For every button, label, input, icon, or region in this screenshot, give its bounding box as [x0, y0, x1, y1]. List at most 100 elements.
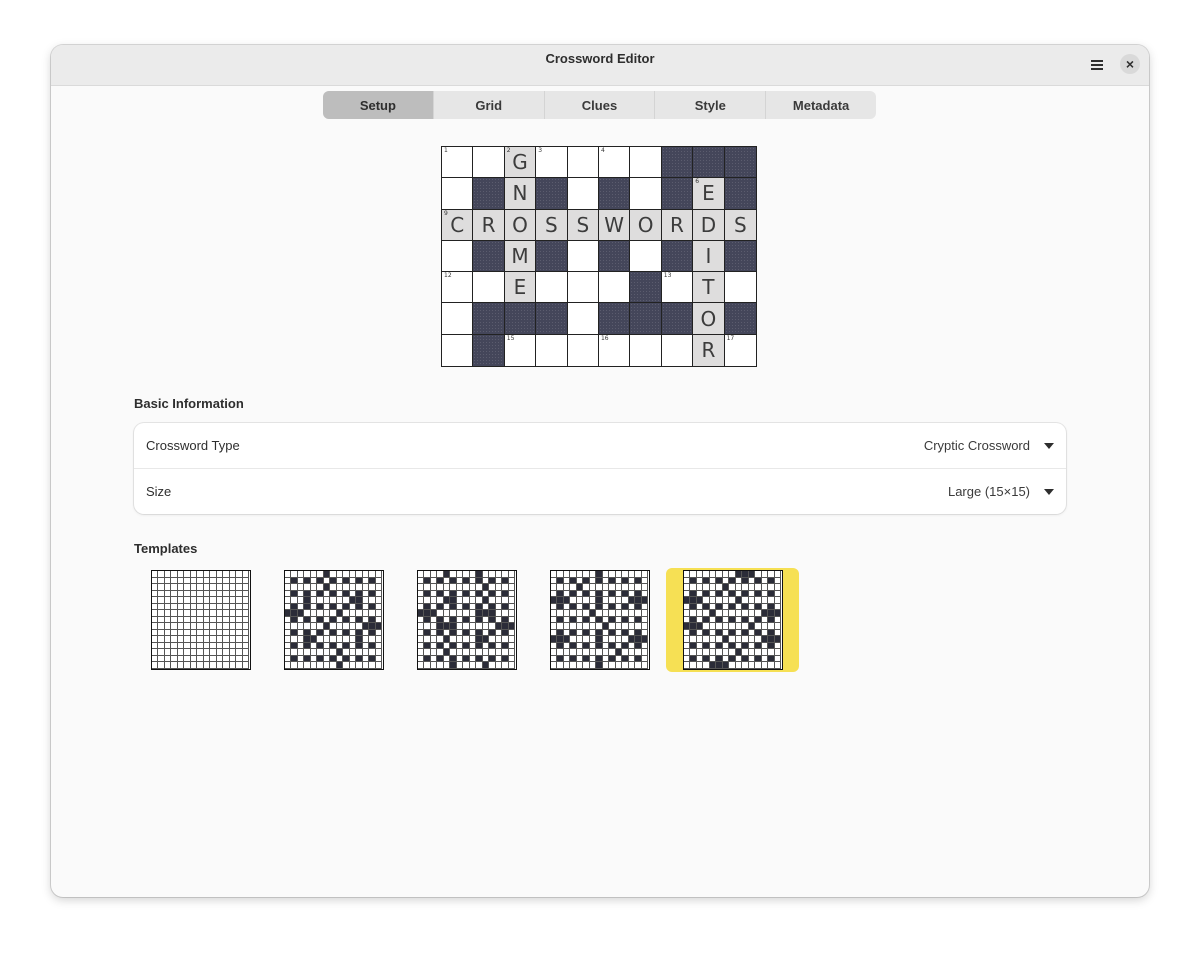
- template-5[interactable]: [666, 568, 799, 672]
- tab-grid[interactable]: Grid: [434, 91, 545, 119]
- cell-letter: S: [576, 212, 590, 237]
- tab-setup[interactable]: Setup: [323, 91, 434, 119]
- grid-cell: S: [724, 209, 756, 241]
- block-cell: [724, 147, 756, 179]
- grid-cell: [630, 147, 662, 179]
- block-cell: [661, 240, 694, 273]
- grid-cell: [567, 240, 599, 273]
- grid-cell: [630, 334, 662, 366]
- size-label: Size: [146, 484, 172, 499]
- grid-cell: [536, 334, 568, 366]
- grid-cell: O: [693, 303, 725, 335]
- grid-cell: O: [630, 209, 662, 241]
- block-cell: [630, 303, 662, 335]
- cell-number: 16: [600, 334, 609, 342]
- block-cell: [473, 240, 505, 273]
- grid-cell: [630, 240, 662, 273]
- cell-letter: E: [513, 275, 527, 300]
- cell-number: 1: [444, 147, 448, 154]
- grid-cell: [567, 303, 599, 335]
- cell-number: 6: [695, 178, 700, 186]
- cell-letter: R: [701, 338, 716, 363]
- grid-cell: [567, 178, 599, 210]
- template-thumbnail: [150, 570, 251, 670]
- grid-cell: [442, 303, 474, 335]
- close-icon: ×: [1125, 56, 1135, 72]
- grid-cell: [568, 334, 599, 366]
- crossword-type-label: Crossword Type: [146, 438, 240, 453]
- cell-letter: T: [702, 275, 715, 300]
- template-thumbnail: [682, 570, 783, 670]
- size-value: Large (15×15): [947, 484, 1030, 499]
- hamburger-menu-icon: [1091, 60, 1103, 70]
- crossword-type-row[interactable]: Crossword Type Cryptic Crossword: [134, 423, 1066, 468]
- block-cell: [598, 178, 631, 210]
- tab-style[interactable]: Style: [655, 91, 767, 119]
- grid-cell: [724, 272, 756, 304]
- crossword-preview-grid: 1 G 2 3 4 N E 6 C 9 R O S S W O R D S M I 12 E 13 T O 15 16 R 17: [441, 146, 757, 367]
- grid-cell: [662, 334, 694, 366]
- grid-cell: G2: [504, 147, 537, 179]
- grid-cell: O: [504, 209, 537, 241]
- block-cell: [473, 178, 505, 210]
- cell-number: 15: [506, 334, 515, 342]
- dropdown-arrow-icon: [1044, 488, 1054, 495]
- grid-cell: [598, 272, 631, 304]
- grid-cell: R: [661, 209, 694, 241]
- grid-cell: [442, 178, 474, 210]
- template-4[interactable]: [533, 568, 666, 672]
- block-cell: [661, 303, 694, 335]
- grid-cell: [567, 272, 599, 304]
- cell-letter: E: [702, 181, 715, 206]
- block-cell: [473, 303, 505, 335]
- cell-number: 12: [444, 272, 452, 280]
- grid-cell: E6: [693, 178, 725, 210]
- grid-cell: [442, 334, 474, 366]
- grid-cell: 17: [725, 335, 756, 366]
- grid-cell: E: [504, 272, 537, 304]
- block-cell: [661, 178, 694, 210]
- cell-letter: C: [450, 212, 465, 237]
- view-switcher: Setup Grid Clues Style Metadata: [323, 91, 876, 119]
- template-thumbnail: [416, 570, 517, 670]
- basic-information-card: Crossword Type Cryptic Crossword Size La…: [134, 423, 1066, 514]
- grid-cell: [567, 147, 599, 179]
- cell-number: 17: [726, 334, 735, 342]
- tab-metadata[interactable]: Metadata: [766, 91, 876, 119]
- cell-letter: I: [705, 243, 712, 268]
- template-3[interactable]: [400, 568, 533, 672]
- close-button[interactable]: ×: [1120, 54, 1140, 74]
- grid-cell: 3: [536, 147, 568, 179]
- grid-cell: 4: [598, 147, 631, 179]
- cell-number: 9: [444, 209, 448, 217]
- cell-letter: G: [512, 150, 528, 175]
- template-thumbnail: [283, 570, 384, 670]
- block-cell: [598, 240, 631, 273]
- main-menu-button[interactable]: [1086, 54, 1108, 76]
- template-2[interactable]: [267, 568, 400, 672]
- block-cell: [598, 303, 631, 335]
- grid-cell: T: [693, 272, 725, 304]
- block-cell: [473, 334, 505, 366]
- grid-cell: 13: [661, 272, 694, 304]
- grid-cell: C9: [442, 209, 474, 241]
- template-thumbnail: [549, 570, 650, 670]
- cell-letter: R: [481, 212, 496, 237]
- grid-cell: 12: [442, 272, 474, 304]
- grid-cell: [473, 147, 505, 179]
- cell-letter: N: [512, 181, 528, 206]
- block-cell: [536, 178, 568, 210]
- block-cell: [536, 240, 568, 273]
- cell-number: 4: [600, 147, 605, 154]
- grid-cell: S: [536, 209, 568, 241]
- block-cell: [630, 272, 662, 304]
- block-cell: [724, 303, 756, 335]
- grid-cell: M: [504, 240, 537, 273]
- size-row[interactable]: Size Large (15×15): [134, 469, 1066, 514]
- grid-cell: 15: [505, 334, 537, 366]
- crossword-editor-window: Crossword Editor × Setup Grid Clues Styl…: [51, 45, 1149, 897]
- block-cell: [693, 147, 725, 179]
- template-1[interactable]: [134, 568, 267, 672]
- grid-cell: [536, 272, 568, 304]
- tab-clues[interactable]: Clues: [545, 91, 656, 119]
